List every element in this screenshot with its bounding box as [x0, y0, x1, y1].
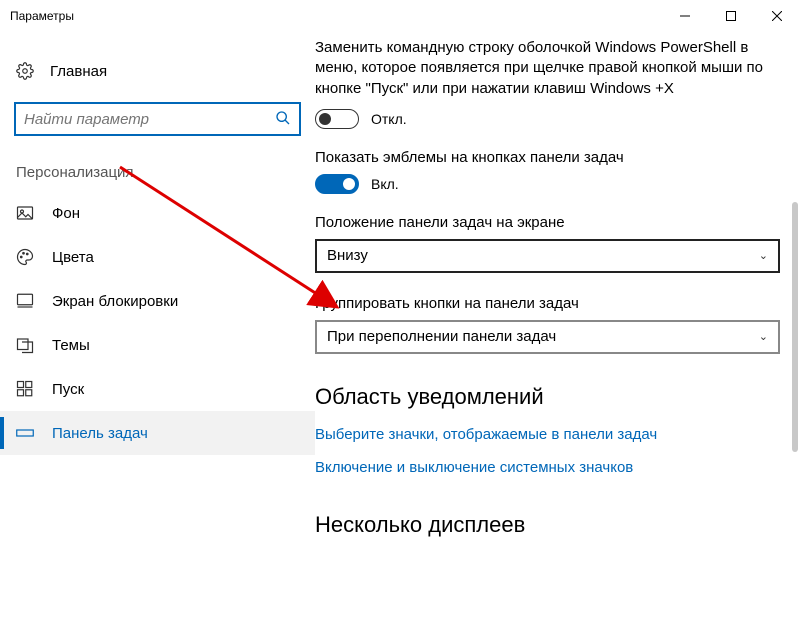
search-input[interactable]	[24, 111, 275, 128]
sidebar-item-taskbar[interactable]: Панель задач	[0, 411, 315, 455]
title-bar: Параметры	[0, 0, 800, 32]
palette-icon	[16, 248, 34, 266]
sidebar-item-start[interactable]: Пуск	[0, 367, 315, 411]
sidebar-item-themes[interactable]: Темы	[0, 323, 315, 367]
position-value: Внизу	[327, 247, 368, 264]
minimize-button[interactable]	[662, 0, 708, 32]
position-dropdown[interactable]: Внизу ⌄	[315, 239, 780, 273]
search-icon	[275, 110, 291, 129]
position-label: Положение панели задач на экране	[315, 214, 780, 231]
search-input-container[interactable]	[14, 102, 301, 136]
window-title: Параметры	[10, 9, 662, 23]
sidebar-item-colors[interactable]: Цвета	[0, 235, 315, 279]
chevron-down-icon: ⌄	[759, 330, 768, 343]
multiple-displays-heading: Несколько дисплеев	[315, 512, 780, 538]
sidebar-item-label: Экран блокировки	[52, 293, 178, 310]
taskbar-icon	[16, 424, 34, 442]
chevron-down-icon: ⌄	[759, 249, 768, 262]
start-icon	[16, 380, 34, 398]
powershell-description: Заменить командную строку оболочкой Wind…	[315, 38, 780, 99]
toggle-off-label: Откл.	[371, 111, 407, 127]
maximize-button[interactable]	[708, 0, 754, 32]
group-dropdown[interactable]: При переполнении панели задач ⌄	[315, 320, 780, 354]
sidebar-item-lockscreen[interactable]: Экран блокировки	[0, 279, 315, 323]
sidebar-item-label: Темы	[52, 337, 90, 354]
home-label: Главная	[50, 63, 107, 80]
gear-icon	[16, 62, 34, 80]
scrollbar-thumb[interactable]	[792, 202, 798, 452]
notification-area-heading: Область уведомлений	[315, 384, 780, 410]
picture-icon	[16, 204, 34, 222]
group-label: Группировать кнопки на панели задач	[315, 295, 780, 312]
themes-icon	[16, 336, 34, 354]
sidebar-item-label: Фон	[52, 205, 80, 222]
system-icons-link[interactable]: Включение и выключение системных значков	[315, 459, 780, 476]
close-button[interactable]	[754, 0, 800, 32]
home-nav[interactable]: Главная	[0, 54, 315, 88]
select-icons-link[interactable]: Выберите значки, отображаемые в панели з…	[315, 426, 780, 443]
lockscreen-icon	[16, 292, 34, 310]
toggle-badges[interactable]	[315, 174, 359, 194]
sidebar-item-label: Цвета	[52, 249, 94, 266]
sidebar-item-label: Панель задач	[52, 425, 148, 442]
main-panel: Заменить командную строку оболочкой Wind…	[315, 32, 800, 626]
window-controls	[662, 0, 800, 32]
sidebar-section-label: Персонализация	[0, 136, 315, 191]
toggle-powershell[interactable]	[315, 109, 359, 129]
group-value: При переполнении панели задач	[327, 328, 556, 345]
toggle-on-label: Вкл.	[371, 176, 399, 192]
badges-label: Показать эмблемы на кнопках панели задач	[315, 149, 780, 166]
sidebar-item-label: Пуск	[52, 381, 84, 398]
sidebar-item-background[interactable]: Фон	[0, 191, 315, 235]
sidebar: Главная Персонализация Фон Цвета Экран	[0, 32, 315, 626]
